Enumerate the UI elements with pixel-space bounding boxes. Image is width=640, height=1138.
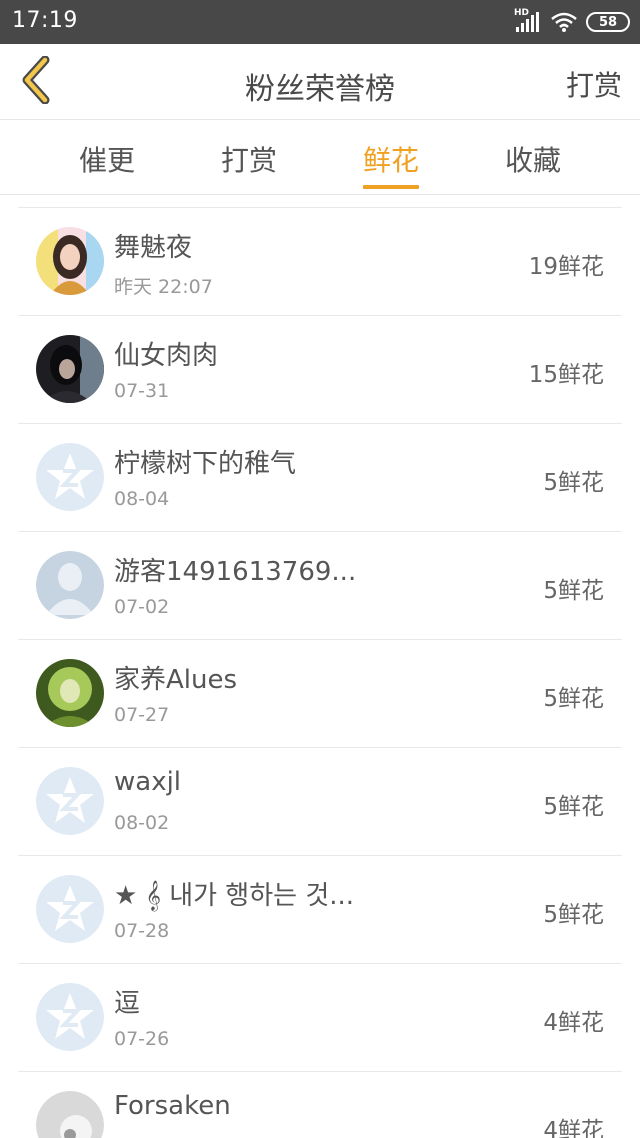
reward-button[interactable]: 打赏 bbox=[566, 64, 622, 104]
tab-indicator bbox=[363, 185, 419, 189]
status-bar: 17:19 HD 58 bbox=[0, 0, 640, 44]
qq-star-avatar[interactable] bbox=[36, 983, 104, 1051]
status-time: 17:19 bbox=[12, 8, 78, 33]
tab-label: 收藏 bbox=[504, 144, 561, 177]
list-item[interactable]: Forsaken 4鲜花 bbox=[18, 1072, 622, 1138]
qq-star-avatar[interactable] bbox=[36, 767, 104, 835]
fan-name: 游客1491613769... bbox=[114, 557, 357, 587]
fan-date: 07-27 bbox=[114, 704, 170, 726]
list-item[interactable]: 家养Alues 07-27 5鲜花 bbox=[18, 640, 622, 748]
flower-count: 5鲜花 bbox=[543, 686, 604, 712]
list-item[interactable]: 舞魅夜 昨天 22:07 19鲜花 bbox=[18, 208, 622, 316]
flower-count: 4鲜花 bbox=[543, 1118, 604, 1138]
qq-star-avatar[interactable] bbox=[36, 875, 104, 943]
fan-name: 仙女肉肉 bbox=[114, 341, 219, 371]
flower-count: 19鲜花 bbox=[528, 254, 604, 280]
photo-green-avatar[interactable] bbox=[36, 659, 104, 727]
list-item[interactable]: waxjl 08-02 5鲜花 bbox=[18, 748, 622, 856]
list-item[interactable]: 逗 07-26 4鲜花 bbox=[18, 964, 622, 1072]
flower-count: 15鲜花 bbox=[528, 362, 604, 388]
flower-count: 5鲜花 bbox=[543, 470, 604, 496]
fan-name: 家养Alues bbox=[114, 665, 238, 695]
fan-name: 柠檬树下的稚气 bbox=[114, 449, 297, 479]
battery-indicator: 58 bbox=[586, 12, 630, 32]
list-item[interactable]: 游客1491613769... 07-02 5鲜花 bbox=[18, 532, 622, 640]
signal-icon: HD bbox=[514, 8, 542, 33]
fan-name: ★ 𝄞 내가 행하는 것... bbox=[114, 881, 355, 911]
fan-date: 08-04 bbox=[114, 488, 170, 510]
fan-date: 07-31 bbox=[114, 380, 170, 402]
tab-favorites[interactable]: 收藏 bbox=[462, 139, 604, 191]
fan-name: Forsaken bbox=[114, 1091, 231, 1121]
fan-name: 逗 bbox=[114, 989, 141, 1019]
photo-dark-avatar[interactable] bbox=[36, 335, 104, 403]
tab-flowers[interactable]: 鲜花 bbox=[320, 139, 462, 191]
fan-list[interactable]: 舞魅夜 昨天 22:07 19鲜花 仙女肉肉 07-31 15鲜花 柠檬树下的稚… bbox=[0, 196, 640, 1138]
photo-girl-avatar[interactable] bbox=[36, 227, 104, 295]
wifi-icon bbox=[550, 11, 578, 33]
flower-count: 5鲜花 bbox=[543, 794, 604, 820]
fan-date: 07-28 bbox=[114, 920, 170, 942]
page-title: 粉丝荣誉榜 bbox=[245, 72, 395, 107]
tab-urge[interactable]: 催更 bbox=[36, 139, 178, 191]
tab-label: 打赏 bbox=[220, 144, 277, 177]
fan-date: 07-26 bbox=[114, 1028, 170, 1050]
fan-name: waxjl bbox=[114, 767, 182, 797]
network-label: HD bbox=[514, 8, 530, 18]
fan-name: 舞魅夜 bbox=[114, 233, 193, 263]
fan-date: 07-02 bbox=[114, 596, 170, 618]
tab-bar: 催更 打赏 鲜花 收藏 bbox=[0, 121, 640, 195]
photo-gray-avatar[interactable] bbox=[36, 1091, 104, 1138]
default-person-avatar[interactable] bbox=[36, 551, 104, 619]
tab-label: 催更 bbox=[78, 144, 135, 177]
list-item[interactable]: 柠檬树下的稚气 08-04 5鲜花 bbox=[18, 424, 622, 532]
flower-count: 5鲜花 bbox=[543, 902, 604, 928]
tab-label: 鲜花 bbox=[362, 144, 419, 177]
list-item[interactable]: 仙女肉肉 07-31 15鲜花 bbox=[18, 316, 622, 424]
qq-star-avatar[interactable] bbox=[36, 443, 104, 511]
tab-reward[interactable]: 打赏 bbox=[178, 139, 320, 191]
status-icons: HD 58 bbox=[514, 8, 630, 34]
flower-count: 5鲜花 bbox=[543, 578, 604, 604]
flower-count: 4鲜花 bbox=[543, 1010, 604, 1036]
fan-date: 08-02 bbox=[114, 812, 170, 834]
nav-bar: 粉丝荣誉榜 打赏 bbox=[0, 44, 640, 120]
fan-date: 昨天 22:07 bbox=[114, 276, 213, 298]
list-item[interactable]: ★ 𝄞 내가 행하는 것... 07-28 5鲜花 bbox=[18, 856, 622, 964]
